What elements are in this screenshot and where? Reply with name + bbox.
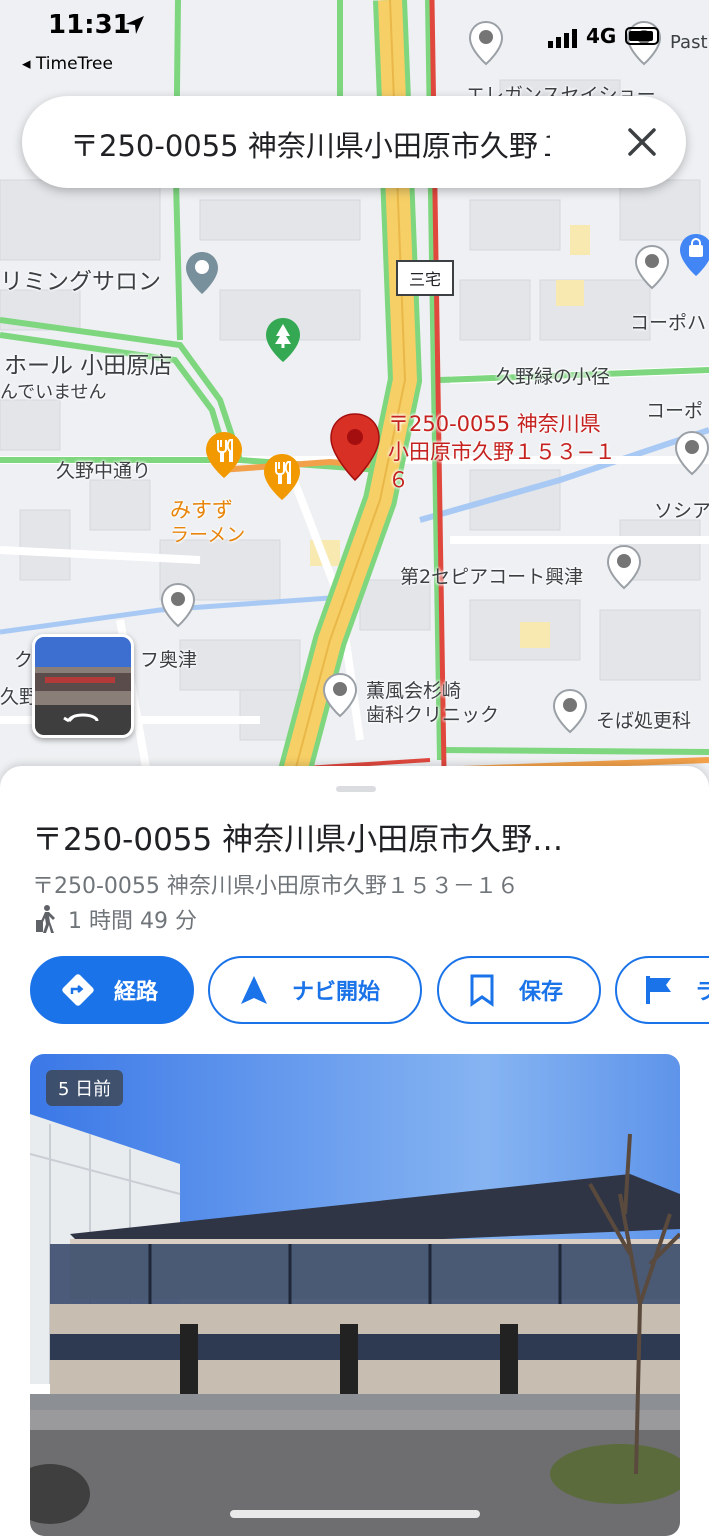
network-type: 4G	[586, 24, 617, 48]
directions-label: 経路	[114, 980, 159, 1005]
poi-pin-icon[interactable]	[160, 582, 196, 628]
photo-age-badge: 5 日前	[46, 1070, 124, 1106]
place-details-sheet[interactable]: 〒250-0055 神奈川県小田原市久野… 〒250-0055 神奈川県小田原市…	[0, 766, 709, 1536]
map-label-hall-sub: んでいません	[0, 382, 107, 403]
restaurant-fork-icon[interactable]	[204, 430, 244, 480]
route-sign: 三宅	[396, 260, 454, 296]
street-view-image	[35, 637, 131, 735]
label-button[interactable]: ラ	[615, 956, 709, 1024]
poi-pin-icon[interactable]	[322, 672, 358, 718]
poi-pin-icon[interactable]	[184, 250, 220, 296]
map-label-ramen: ラーメン	[170, 524, 246, 546]
map-label-corpo-1: コーポハ	[630, 312, 707, 334]
save-label: 保存	[519, 980, 564, 1005]
map-label-kuno-street: 久野中通り	[56, 460, 152, 482]
map-label-dental-1: 薫風会杉崎	[366, 680, 462, 702]
map-label-soba: そば処更科	[596, 710, 692, 732]
battery-icon	[625, 27, 659, 45]
map-label-sepia-court: 第2セピアコート興津	[400, 566, 584, 588]
flag-icon	[643, 974, 675, 1006]
poi-pin-icon[interactable]	[634, 244, 670, 290]
search-bar[interactable]: 〒250-0055 神奈川県小田原市久野１５３−１６	[22, 96, 686, 188]
bookmark-icon	[467, 973, 497, 1007]
status-bar: 11:31 ◂ TimeTree 4G Past	[0, 0, 709, 80]
selected-location-pin-icon[interactable]	[329, 412, 381, 482]
place-photo[interactable]	[30, 1054, 680, 1536]
map-label-okutsu: フ奥津	[140, 649, 198, 671]
action-chips: 経路 ナビ開始 保存 ラ	[30, 956, 709, 1026]
map-label-hall: ホール 小田原店	[4, 353, 173, 379]
map-label-dental-2: 歯科クリニック	[366, 704, 500, 726]
sheet-drag-handle[interactable]	[336, 786, 376, 792]
navigation-arrow-icon	[238, 974, 270, 1006]
map-label-kuno-path: 久野緑の小径	[496, 366, 611, 388]
label-button-text: ラ	[695, 980, 709, 1005]
directions-button[interactable]: 経路	[30, 956, 194, 1024]
walk-time: 1 時間 49 分	[68, 909, 197, 934]
restaurant-fork-icon[interactable]	[262, 452, 302, 502]
park-tree-icon[interactable]	[264, 316, 302, 364]
place-title: 〒250-0055 神奈川県小田原市久野…	[32, 822, 564, 858]
close-icon[interactable]	[622, 122, 662, 162]
map-label-sophia: ソシア	[654, 500, 709, 522]
poi-pin-icon[interactable]	[606, 544, 642, 590]
location-arrow-icon	[126, 16, 144, 34]
walking-person-icon	[36, 905, 55, 933]
home-indicator[interactable]	[230, 1510, 480, 1518]
save-button[interactable]: 保存	[437, 956, 601, 1024]
map-view[interactable]: エレガンスセイショー リミングサロン ホール 小田原店 んでいません 久野緑の小…	[0, 0, 709, 790]
street-view-thumbnail[interactable]	[32, 634, 134, 738]
poi-pin-icon[interactable]	[674, 430, 709, 476]
status-overflow-label: Past	[670, 32, 708, 53]
start-navigation-button[interactable]: ナビ開始	[208, 956, 422, 1024]
directions-icon	[58, 972, 98, 1008]
shopping-bag-icon[interactable]	[678, 232, 709, 278]
search-input[interactable]: 〒250-0055 神奈川県小田原市久野１５３−１６	[70, 123, 550, 165]
cellular-signal-icon	[548, 29, 577, 48]
map-label-selected-place: 〒250-0055 神奈川県小田原市久野１５３−１６	[388, 412, 616, 492]
walk-time-row: 1 時間 49 分	[32, 904, 197, 934]
map-label-okutsu-left: ク	[14, 649, 34, 671]
place-address: 〒250-0055 神奈川県小田原市久野１５３－１６	[32, 874, 519, 899]
map-label-corpo-2: コーポ	[646, 400, 704, 422]
map-label-trimming-salon: リミングサロン	[0, 269, 161, 295]
status-time: 11:31	[48, 10, 131, 40]
start-navigation-label: ナビ開始	[292, 980, 381, 1005]
back-to-app-link[interactable]: ◂ TimeTree	[22, 54, 113, 74]
apartment-building-image	[30, 1054, 680, 1536]
poi-pin-icon[interactable]	[552, 688, 588, 734]
